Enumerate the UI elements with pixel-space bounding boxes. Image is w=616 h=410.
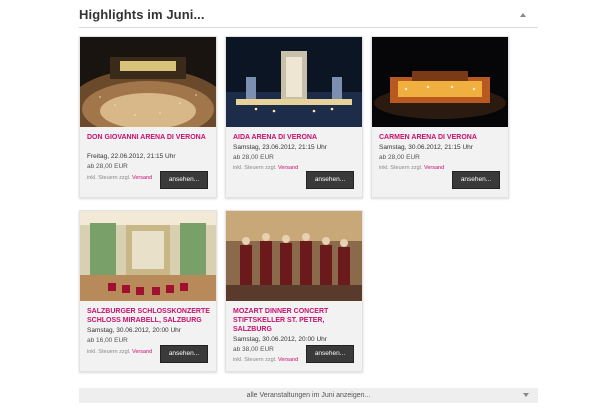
event-title[interactable]: CARMEN ARENA DI VERONA [379, 133, 504, 142]
view-button[interactable]: ansehen... [306, 345, 354, 363]
chevron-down-icon [523, 393, 529, 397]
event-price: ab 16,00 EUR [87, 337, 128, 344]
event-date: Samstag, 30.06.2012, 20:00 Uhr [87, 327, 181, 334]
tax-note-text: inkl. Steuern zzgl. [379, 165, 423, 171]
event-date: Samstag, 23.06.2012, 21:15 Uhr [233, 144, 327, 151]
tax-note: inkl. Steuern zzgl. Versand [233, 356, 298, 364]
shipping-link[interactable]: Versand [132, 349, 152, 355]
show-all-events-button[interactable]: alle Veranstaltungen im Juni anzeigen... [79, 388, 538, 403]
event-date: Samstag, 30.06.2012, 20:00 Uhr [233, 336, 327, 343]
event-price: ab 28,00 EUR [379, 154, 420, 161]
tax-note-text: inkl. Steuern zzgl. [233, 165, 277, 171]
view-button[interactable]: ansehen... [452, 171, 500, 189]
event-card[interactable]: SALZBURGER SCHLOSSKONZERTE SCHLOSS MIRAB… [79, 210, 217, 372]
event-title[interactable]: AIDA ARENA DI VERONA [233, 133, 358, 142]
event-date: Samstag, 30.06.2012, 21:15 Uhr [379, 144, 473, 151]
tax-note: inkl. Steuern zzgl. Versand [87, 174, 152, 182]
tax-note-text: inkl. Steuern zzgl. [87, 175, 131, 181]
tax-note: inkl. Steuern zzgl. Versand [87, 348, 152, 356]
event-date: Freitag, 22.06.2012, 21:15 Uhr [87, 153, 176, 160]
event-price: ab 38,00 EUR [233, 346, 274, 353]
event-image-arena-don-giovanni[interactable] [80, 37, 216, 127]
shipping-link[interactable]: Versand [424, 165, 444, 171]
event-card[interactable]: DON GIOVANNI ARENA DI VERONA Freitag, 22… [79, 36, 217, 198]
event-image-mozart-dinner[interactable] [226, 211, 362, 301]
collapse-chevron-up-icon[interactable] [516, 6, 530, 20]
tax-note-text: inkl. Steuern zzgl. [87, 349, 131, 355]
event-title[interactable]: SALZBURGER SCHLOSSKONZERTE SCHLOSS MIRAB… [87, 307, 212, 325]
event-title[interactable]: MOZART DINNER CONCERT STIFTSKELLER ST. P… [233, 307, 358, 334]
shipping-link[interactable]: Versand [278, 165, 298, 171]
tax-note-text: inkl. Steuern zzgl. [233, 357, 277, 363]
section-header: Highlights im Juni... [79, 0, 538, 28]
view-button[interactable]: ansehen... [160, 171, 208, 189]
event-image-arena-carmen[interactable] [372, 37, 508, 127]
event-price: ab 28,00 EUR [233, 154, 274, 161]
event-card[interactable]: MOZART DINNER CONCERT STIFTSKELLER ST. P… [225, 210, 363, 372]
event-title[interactable]: DON GIOVANNI ARENA DI VERONA [87, 133, 212, 142]
event-card[interactable]: AIDA ARENA DI VERONA Samstag, 23.06.2012… [225, 36, 363, 198]
event-image-arena-aida[interactable] [226, 37, 362, 127]
shipping-link[interactable]: Versand [278, 357, 298, 363]
event-price: ab 28,00 EUR [87, 163, 128, 170]
tax-note: inkl. Steuern zzgl. Versand [379, 164, 444, 172]
event-image-schloss-mirabell[interactable] [80, 211, 216, 301]
event-card[interactable]: CARMEN ARENA DI VERONA Samstag, 30.06.20… [371, 36, 509, 198]
show-all-label: alle Veranstaltungen im Juni anzeigen... [246, 392, 371, 399]
view-button[interactable]: ansehen... [160, 345, 208, 363]
tax-note: inkl. Steuern zzgl. Versand [233, 164, 298, 172]
view-button[interactable]: ansehen... [306, 171, 354, 189]
section-title: Highlights im Juni... [79, 7, 205, 22]
shipping-link[interactable]: Versand [132, 175, 152, 181]
